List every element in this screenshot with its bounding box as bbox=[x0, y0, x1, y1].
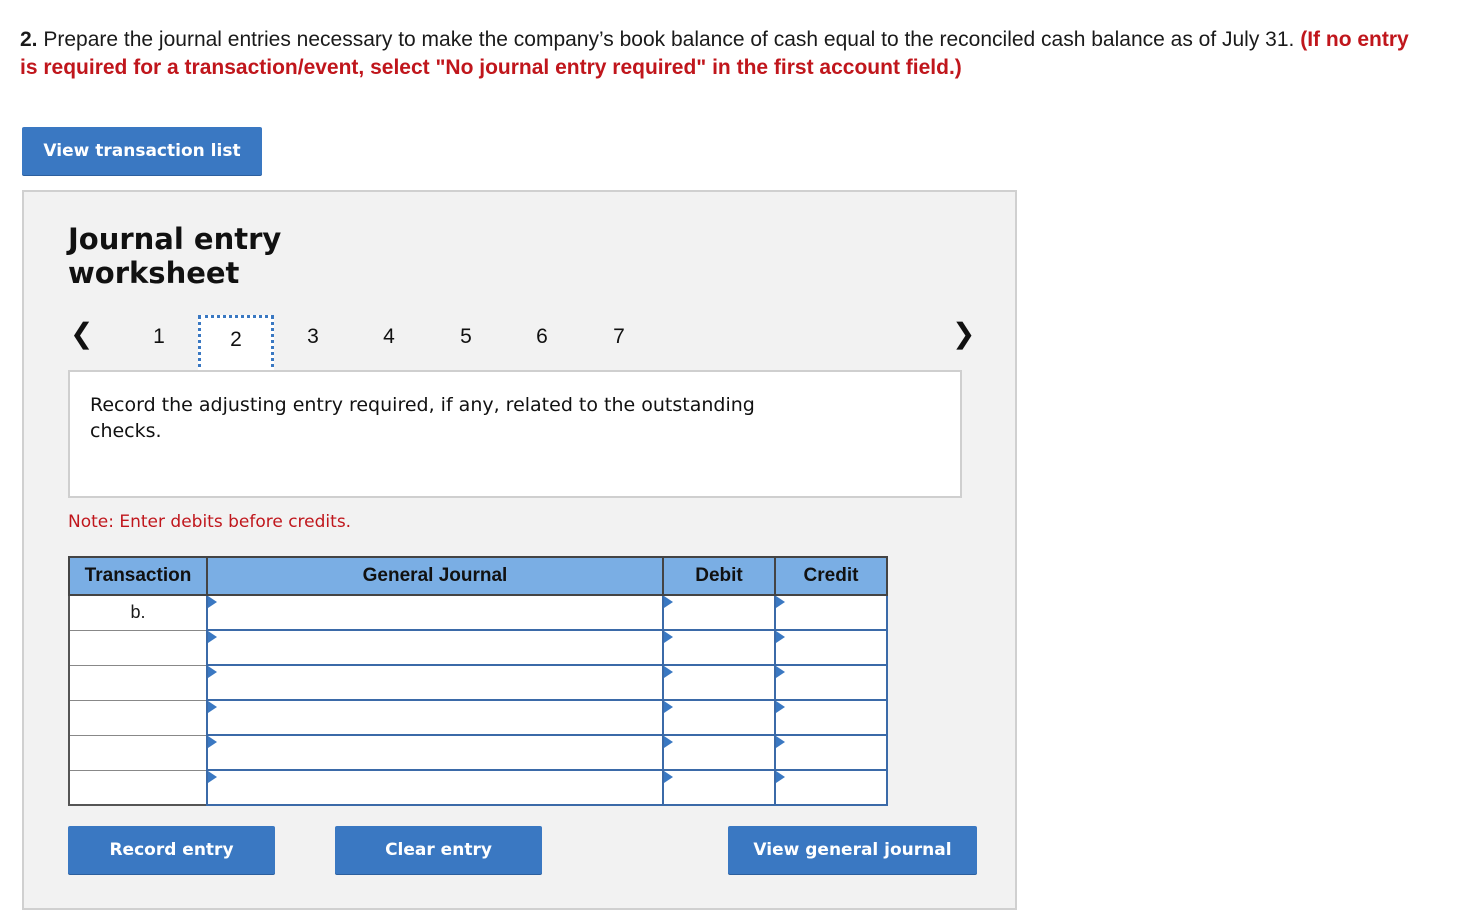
credit-cell bbox=[774, 699, 888, 736]
account-cell bbox=[206, 594, 664, 631]
clear-entry-button[interactable]: Clear entry bbox=[335, 826, 542, 874]
account-cell bbox=[206, 769, 664, 806]
table-row bbox=[68, 769, 888, 806]
credit-cell bbox=[774, 664, 888, 701]
journal-entry-worksheet-panel: Journal entry worksheet ❮ 1 2 3 4 5 6 7 … bbox=[22, 190, 1017, 910]
transaction-cell bbox=[68, 734, 208, 771]
question-text: 2. Prepare the journal entries necessary… bbox=[20, 26, 1430, 82]
page-6[interactable]: 6 bbox=[504, 315, 580, 375]
page-1[interactable]: 1 bbox=[121, 315, 197, 375]
debit-input[interactable] bbox=[664, 771, 774, 804]
debit-input[interactable] bbox=[664, 596, 774, 629]
debit-input[interactable] bbox=[664, 631, 774, 664]
account-cell bbox=[206, 734, 664, 771]
journal-header-row: Transaction General Journal Debit Credit bbox=[68, 556, 888, 596]
debit-input[interactable] bbox=[664, 736, 774, 769]
credit-input[interactable] bbox=[776, 596, 886, 629]
journal-table: Transaction General Journal Debit Credit… bbox=[68, 556, 888, 806]
debit-cell bbox=[662, 629, 776, 666]
debit-cell bbox=[662, 734, 776, 771]
debit-input[interactable] bbox=[664, 701, 774, 734]
header-general-journal: General Journal bbox=[206, 556, 664, 596]
transaction-cell: b. bbox=[68, 594, 208, 631]
page-2[interactable]: 2 bbox=[198, 315, 274, 375]
account-input[interactable] bbox=[208, 666, 662, 699]
table-row bbox=[68, 734, 888, 771]
prompt-text: Record the adjusting entry required, if … bbox=[90, 394, 755, 442]
table-row bbox=[68, 629, 888, 666]
page-5[interactable]: 5 bbox=[428, 315, 504, 375]
worksheet-title: Journal entry worksheet bbox=[68, 222, 298, 290]
account-input[interactable] bbox=[208, 736, 662, 769]
debit-cell bbox=[662, 594, 776, 631]
debit-cell bbox=[662, 699, 776, 736]
note-text: Note: Enter debits before credits. bbox=[68, 512, 352, 532]
credit-input[interactable] bbox=[776, 771, 886, 804]
debit-cell bbox=[662, 769, 776, 806]
header-debit: Debit bbox=[662, 556, 776, 596]
credit-cell bbox=[774, 629, 888, 666]
credit-input[interactable] bbox=[776, 701, 886, 734]
account-input[interactable] bbox=[208, 631, 662, 664]
question-number: 2. bbox=[20, 28, 38, 51]
credit-cell bbox=[774, 594, 888, 631]
account-input[interactable] bbox=[208, 596, 662, 629]
account-cell bbox=[206, 629, 664, 666]
table-row: b. bbox=[68, 594, 888, 631]
transaction-cell bbox=[68, 629, 208, 666]
credit-input[interactable] bbox=[776, 666, 886, 699]
question-body: Prepare the journal entries necessary to… bbox=[37, 28, 1301, 51]
view-transaction-list-button[interactable]: View transaction list bbox=[22, 127, 262, 175]
page-4[interactable]: 4 bbox=[351, 315, 427, 375]
credit-input[interactable] bbox=[776, 631, 886, 664]
worksheet-pager: ❮ 1 2 3 4 5 6 7 ❯ bbox=[24, 307, 1015, 377]
header-transaction: Transaction bbox=[68, 556, 208, 596]
debit-cell bbox=[662, 664, 776, 701]
worksheet-title-text: Journal entry worksheet bbox=[68, 222, 282, 290]
chevron-left-icon[interactable]: ❮ bbox=[70, 319, 93, 349]
transaction-cell bbox=[68, 699, 208, 736]
debit-input[interactable] bbox=[664, 666, 774, 699]
prompt-box: Record the adjusting entry required, if … bbox=[68, 370, 962, 498]
record-entry-button[interactable]: Record entry bbox=[68, 826, 275, 874]
account-input[interactable] bbox=[208, 701, 662, 734]
page-7[interactable]: 7 bbox=[581, 315, 657, 375]
account-cell bbox=[206, 699, 664, 736]
view-general-journal-button[interactable]: View general journal bbox=[728, 826, 977, 874]
account-cell bbox=[206, 664, 664, 701]
credit-cell bbox=[774, 769, 888, 806]
transaction-cell bbox=[68, 664, 208, 701]
chevron-right-icon[interactable]: ❯ bbox=[952, 319, 975, 349]
header-credit: Credit bbox=[774, 556, 888, 596]
table-row bbox=[68, 664, 888, 701]
transaction-cell bbox=[68, 769, 208, 806]
account-input[interactable] bbox=[208, 771, 662, 804]
page-3[interactable]: 3 bbox=[275, 315, 351, 375]
credit-cell bbox=[774, 734, 888, 771]
table-row bbox=[68, 699, 888, 736]
credit-input[interactable] bbox=[776, 736, 886, 769]
